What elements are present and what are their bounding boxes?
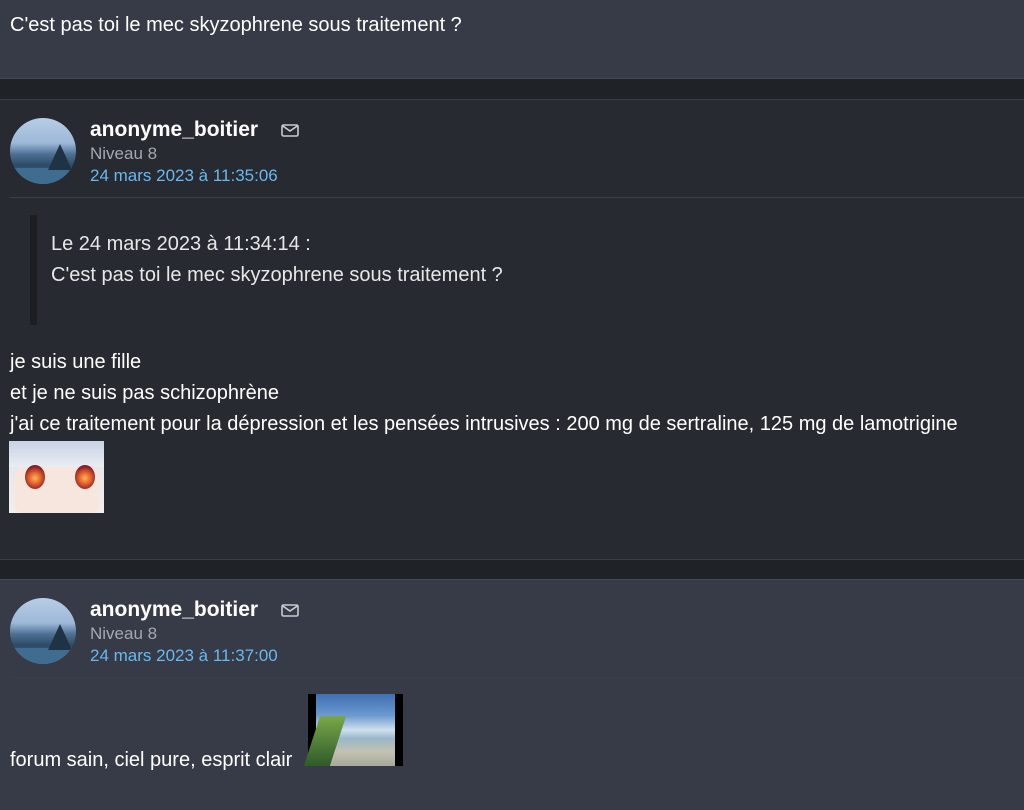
sky-sticker-image[interactable] bbox=[303, 694, 403, 766]
body-line: je suis une fille bbox=[10, 351, 142, 373]
envelope-icon[interactable] bbox=[281, 124, 299, 137]
body-line: j'ai ce traitement pour la dépression et… bbox=[10, 413, 958, 435]
author-level: Niveau 8 bbox=[90, 144, 158, 163]
author-name[interactable]: anonyme_boitier bbox=[90, 598, 258, 622]
post-text: forum sain, ciel pure, esprit clair bbox=[10, 749, 293, 771]
avatar[interactable] bbox=[10, 598, 76, 664]
header-divider bbox=[10, 197, 1024, 198]
post-message-3: anonyme_boitier Niveau 8 24 mars 2023 à … bbox=[0, 579, 1024, 810]
post-body: je suis une fille et je ne suis pas schi… bbox=[10, 347, 958, 440]
post-date-link[interactable]: 24 mars 2023 à 11:35:06 bbox=[90, 166, 278, 186]
author-name[interactable]: anonyme_boitier bbox=[90, 118, 258, 142]
post-message-1: C'est pas toi le mec skyzophrene sous tr… bbox=[0, 0, 1024, 79]
avatar[interactable] bbox=[10, 118, 76, 184]
body-line: et je ne suis pas schizophrène bbox=[10, 382, 280, 404]
post-text: C'est pas toi le mec skyzophrene sous tr… bbox=[10, 14, 462, 36]
post-date-link[interactable]: 24 mars 2023 à 11:37:00 bbox=[90, 646, 278, 666]
anime-sticker-image[interactable] bbox=[9, 441, 104, 513]
envelope-icon[interactable] bbox=[281, 604, 299, 617]
author-level: Niveau 8 bbox=[90, 624, 158, 643]
post-message-2: anonyme_boitier Niveau 8 24 mars 2023 à … bbox=[0, 99, 1024, 560]
header-divider bbox=[10, 677, 1024, 678]
blockquote: Le 24 mars 2023 à 11:34:14 : C'est pas t… bbox=[30, 215, 1017, 325]
quote-text: C'est pas toi le mec skyzophrene sous tr… bbox=[51, 264, 503, 286]
quote-header: Le 24 mars 2023 à 11:34:14 : bbox=[51, 233, 311, 255]
